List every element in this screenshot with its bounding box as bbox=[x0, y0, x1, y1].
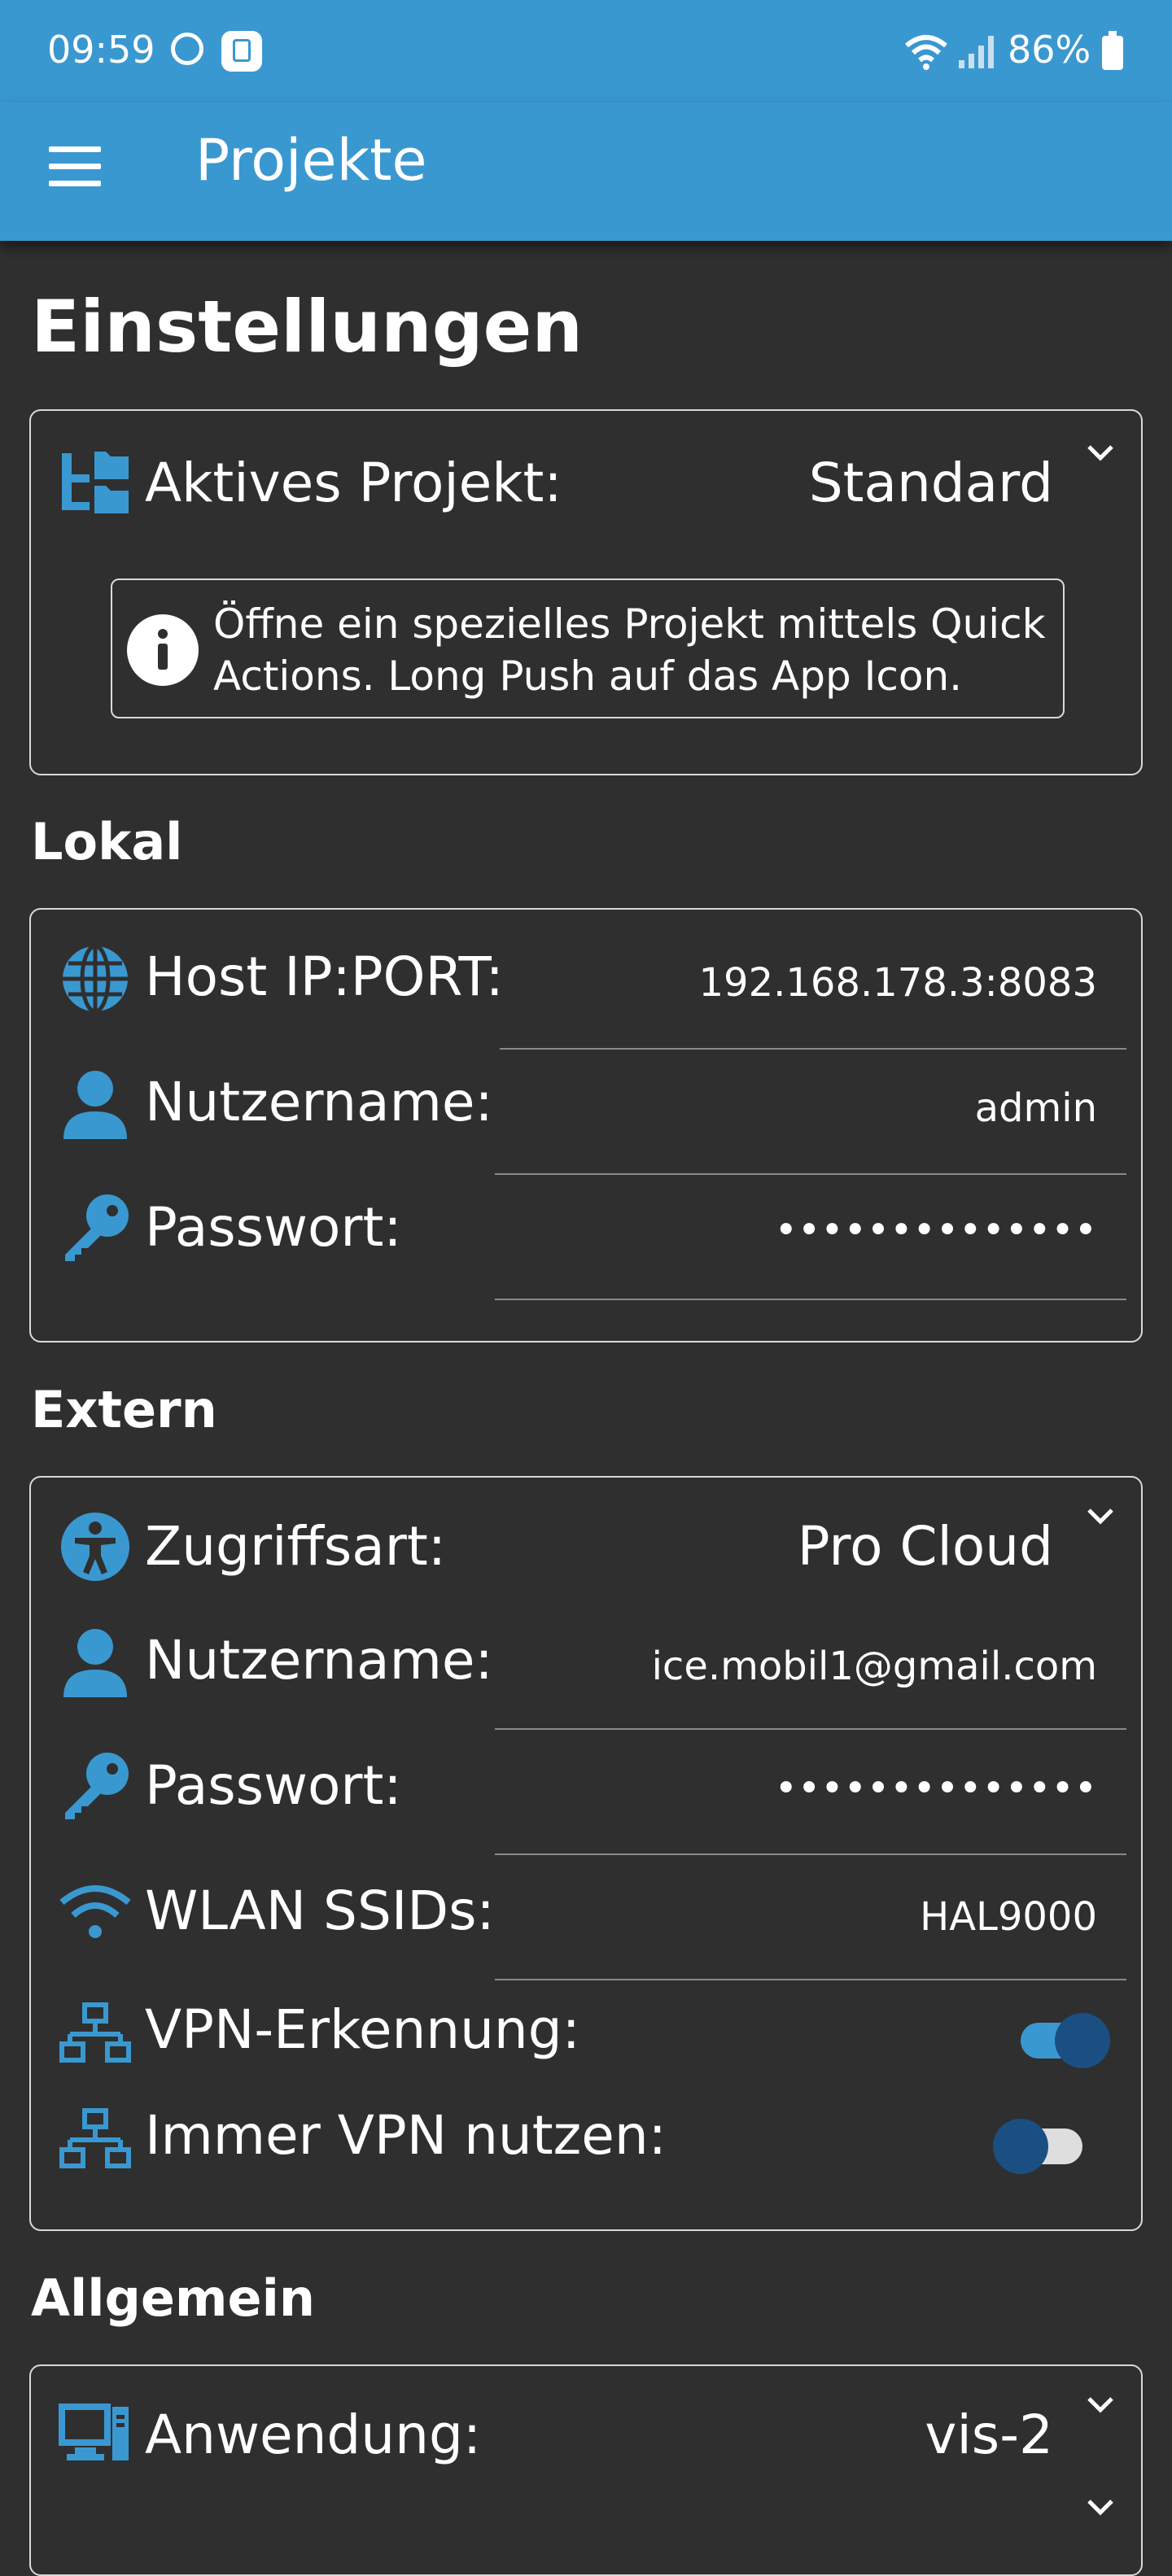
wlan-ssids-label: WLAN SSIDs: bbox=[145, 1880, 495, 1942]
chevron-down-icon[interactable] bbox=[1084, 440, 1117, 465]
extern-card: Zugriffsart: Pro Cloud Nutzername: ice.m… bbox=[29, 1476, 1143, 2231]
app-notification-icon bbox=[221, 31, 262, 72]
status-time: 09:59 bbox=[47, 28, 155, 72]
page-title: Einstellungen bbox=[31, 285, 584, 369]
application-label: Anwendung: bbox=[145, 2404, 482, 2466]
status-bar: 09:59 86% bbox=[0, 0, 1172, 103]
wifi-status-icon bbox=[905, 35, 947, 70]
accessibility-icon bbox=[61, 1513, 129, 1581]
host-label: Host IP:PORT: bbox=[145, 945, 504, 1008]
vpn-detection-row: VPN-Erkennung: bbox=[31, 1998, 1141, 2080]
globe-icon bbox=[63, 944, 128, 1014]
access-type-value: Pro Cloud bbox=[797, 1515, 1053, 1578]
host-input-underline bbox=[500, 1048, 1126, 1050]
chevron-down-icon[interactable] bbox=[1084, 1504, 1117, 1528]
extern-password-input[interactable]: •••••••••••••• bbox=[775, 1766, 1097, 1811]
extern-password-underline bbox=[495, 1853, 1126, 1855]
folder-tree-icon bbox=[62, 452, 129, 513]
battery-icon bbox=[1102, 31, 1123, 70]
user-icon bbox=[63, 1071, 127, 1139]
key-icon bbox=[65, 1194, 129, 1261]
wifi-icon bbox=[59, 1885, 131, 1938]
lokal-password-label: Passwort: bbox=[145, 1196, 402, 1259]
section-heading-extern: Extern bbox=[31, 1380, 217, 1439]
network-icon bbox=[59, 2002, 131, 2063]
extern-password-row[interactable]: Passwort: •••••••••••••• bbox=[31, 1749, 1141, 1857]
wlan-ssids-underline bbox=[495, 1979, 1126, 1980]
host-input[interactable]: 192.168.178.3:8083 bbox=[699, 960, 1098, 1006]
vpn-detection-toggle[interactable] bbox=[1021, 2013, 1110, 2068]
hamburger-menu-icon[interactable] bbox=[49, 146, 101, 187]
lokal-username-underline bbox=[495, 1173, 1126, 1175]
network-icon bbox=[59, 2108, 131, 2168]
lokal-username-row[interactable]: Nutzername: admin bbox=[31, 1066, 1141, 1175]
active-project-label: Aktives Projekt: bbox=[145, 452, 562, 514]
active-project-row[interactable]: Aktives Projekt: Standard bbox=[31, 443, 1141, 525]
computer-icon bbox=[59, 2404, 129, 2460]
lokal-password-row[interactable]: Passwort: •••••••••••••• bbox=[31, 1191, 1141, 1300]
access-type-label: Zugriffsart: bbox=[145, 1515, 446, 1578]
lokal-password-underline bbox=[495, 1299, 1126, 1300]
signal-status-icon bbox=[959, 36, 994, 68]
chevron-down-icon[interactable] bbox=[1084, 2495, 1117, 2519]
always-vpn-label: Immer VPN nutzen: bbox=[145, 2104, 667, 2167]
section-heading-lokal: Lokal bbox=[31, 812, 183, 871]
extern-username-label: Nutzername: bbox=[145, 1629, 493, 1692]
active-project-card: Aktives Projekt: Standard Öffne ein spez… bbox=[29, 409, 1143, 775]
quick-actions-info-box: Öffne ein spezielles Projekt mittels Qui… bbox=[111, 579, 1065, 718]
extern-username-row[interactable]: Nutzername: ice.mobil1@gmail.com bbox=[31, 1624, 1141, 1731]
lokal-username-label: Nutzername: bbox=[145, 1071, 493, 1133]
access-type-row[interactable]: Zugriffsart: Pro Cloud bbox=[31, 1508, 1141, 1591]
info-icon bbox=[127, 614, 199, 686]
app-bar-title: Projekte bbox=[195, 127, 427, 194]
always-vpn-toggle[interactable] bbox=[993, 2119, 1082, 2174]
toggle-knob bbox=[1055, 2013, 1110, 2068]
vpn-detection-label: VPN-Erkennung: bbox=[145, 1998, 580, 2061]
extern-username-underline bbox=[495, 1728, 1126, 1730]
toggle-knob bbox=[993, 2119, 1048, 2174]
section-heading-allgemein: Allgemein bbox=[31, 2268, 315, 2328]
application-value: vis-2 bbox=[925, 2404, 1053, 2466]
lokal-password-input[interactable]: •••••••••••••• bbox=[775, 1207, 1097, 1253]
allgemein-card: Anwendung: vis-2 bbox=[29, 2364, 1143, 2576]
battery-percentage: 86% bbox=[1008, 28, 1091, 72]
extern-username-input[interactable]: ice.mobil1@gmail.com bbox=[652, 1644, 1097, 1689]
app-bar: Projekte bbox=[0, 103, 1172, 241]
application-row[interactable]: Anwendung: vis-2 bbox=[31, 2397, 1141, 2480]
wlan-ssids-row[interactable]: WLAN SSIDs: HAL9000 bbox=[31, 1875, 1141, 1982]
user-icon bbox=[63, 1629, 127, 1697]
key-icon bbox=[65, 1753, 129, 1819]
chevron-down-icon[interactable] bbox=[1084, 2392, 1117, 2417]
status-circle-icon bbox=[171, 33, 203, 65]
active-project-value: Standard bbox=[808, 452, 1053, 514]
host-row[interactable]: Host IP:PORT: 192.168.178.3:8083 bbox=[31, 941, 1141, 1050]
lokal-username-input[interactable]: admin bbox=[975, 1085, 1097, 1131]
extern-password-label: Passwort: bbox=[145, 1754, 402, 1817]
wlan-ssids-input[interactable]: HAL9000 bbox=[920, 1894, 1097, 1940]
quick-actions-info-text: Öffne ein spezielles Projekt mittels Qui… bbox=[213, 600, 1046, 700]
always-vpn-row: Immer VPN nutzen: bbox=[31, 2104, 1141, 2185]
lokal-card: Host IP:PORT: 192.168.178.3:8083 Nutzern… bbox=[29, 908, 1143, 1343]
